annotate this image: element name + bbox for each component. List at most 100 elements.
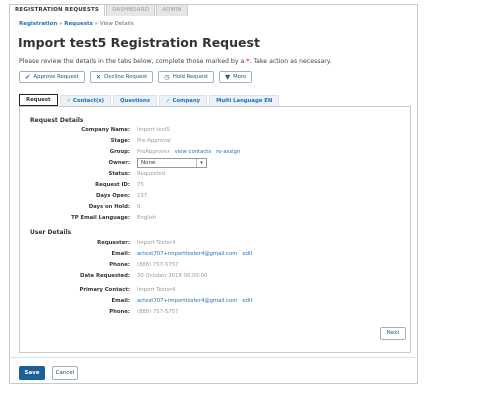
tab-questions[interactable]: Questions [113,95,157,106]
tab-dashboard[interactable]: DASHBOARD [106,4,156,16]
field-stage: Stage: Pre-Approval [20,138,400,147]
owner-select-value: None [141,160,156,166]
check-icon: ✓ [165,98,171,104]
field-label: Group: [109,149,130,155]
caret-down-icon: ▼ [225,72,231,81]
field-label: Status: [108,171,131,177]
owner-select[interactable]: None ▾ [137,158,207,168]
email-link[interactable]: actest707+importtester4@gmail.com [137,251,237,257]
field-value: 75 [137,182,144,188]
email-link[interactable]: actest707+importtester4@gmail.com [137,298,237,304]
action-bar: ✔ Approve Request ✕ Decline Request ◷ Ho… [19,71,253,83]
field-primary-email: Email: actest707+importtester4@gmail.com… [20,298,400,307]
cancel-button[interactable]: Cancel [52,366,78,380]
tab-questions-label: Questions [120,98,150,104]
field-value: Import Tester4 [137,240,176,246]
intro-text-after: . Take action as necessary. [249,58,332,65]
field-label: Email: [111,251,130,257]
field-value: (888) 757-5757 [137,309,179,315]
next-button[interactable]: Next [380,327,406,340]
field-label: Company Name: [81,127,130,133]
decline-request-button[interactable]: ✕ Decline Request [89,71,154,83]
tab-request-label: Request [26,97,51,103]
field-value: actest707+importtester4@gmail.com edit [137,251,253,257]
field-requester: Requester: Import Tester4 [20,240,400,249]
field-phone: Phone: (888) 757-5757 [20,262,400,271]
edit-email-link[interactable]: edit [242,298,252,304]
field-label: Days Open: [95,193,130,199]
check-icon: ✓ [66,98,71,104]
request-panel: Request Details Company Name: Import tes… [19,106,411,353]
breadcrumb-registration[interactable]: Registration [19,21,57,27]
page-title: Import test5 Registration Request [18,35,260,50]
decline-request-label: Decline Request [104,74,148,80]
breadcrumb: Registration » Requests » View Details [19,21,134,27]
field-label: Date Requested: [80,273,130,279]
field-value: 237 [137,193,148,199]
field-tp-email-language: TP Email Language: English [20,215,400,224]
intro-text: Please review the details in the tabs be… [19,58,332,65]
check-icon: ✔ [25,72,31,81]
detail-tabs: Request ✓ Contact(s) Questions ✓ Company M… [19,94,281,106]
chevron-down-icon: ▾ [196,159,206,167]
field-label: Requester: [97,240,130,246]
footer-divider [9,357,418,358]
field-company-name: Company Name: Import test5 [20,127,400,136]
field-label: Email: [111,298,130,304]
field-label: Phone: [109,309,130,315]
field-days-open: Days Open: 237 [20,193,400,202]
re-assign-link[interactable]: re-assign [216,149,240,155]
more-label: More [233,74,247,80]
approve-request-button[interactable]: ✔ Approve Request [19,71,85,83]
field-label: Primary Contact: [79,287,130,293]
field-label: Days on Hold: [88,204,130,210]
user-details-heading: User Details [30,229,72,236]
tab-registration-requests[interactable]: REGISTRATION REQUESTS [9,4,106,16]
request-details-heading: Request Details [30,117,84,124]
breadcrumb-requests[interactable]: Requests [64,21,93,27]
field-value: 0 [137,204,141,210]
field-value: English [137,215,157,221]
edit-email-link[interactable]: edit [242,251,252,257]
field-primary-contact: Primary Contact: Import Tester4 [20,287,400,296]
field-days-on-hold: Days on Hold: 0 [20,204,400,213]
close-icon: ✕ [95,72,102,81]
field-value: Requested [137,171,166,177]
tab-company[interactable]: ✓ Company [158,95,208,106]
tab-admin[interactable]: ADMIN [156,4,188,16]
field-value: PreApprover view contacts re-assign [137,149,240,155]
field-label: TP Email Language: [71,215,130,221]
field-label: Owner: [108,160,131,166]
tab-company-label: Company [172,98,201,104]
field-primary-phone: Phone: (888) 757-5757 [20,309,400,318]
group-value: PreApprover [137,149,170,155]
field-group: Group: PreApprover view contacts re-assign [20,149,400,158]
top-nav: REGISTRATION REQUESTS DASHBOARD ADMIN [9,4,189,16]
tab-multi-language[interactable]: Multi Language EN [209,95,280,106]
tab-request[interactable]: Request [19,94,58,106]
field-value: Import test5 [137,127,170,133]
more-button[interactable]: ▼ More [219,71,253,83]
field-owner: Owner: None ▾ [20,158,400,169]
field-value: (888) 757-5757 [137,262,179,268]
field-request-id: Request ID: 75 [20,182,400,191]
view-contacts-link[interactable]: view contacts [175,149,211,155]
intro-text-before: Please review the details in the tabs be… [19,58,247,65]
field-value: actest707+importtester4@gmail.com edit [137,298,253,304]
breadcrumb-separator: » [92,21,100,27]
hold-request-button[interactable]: ◷ Hold Request [158,71,215,83]
clock-icon: ◷ [164,72,170,81]
tab-multi-language-label: Multi Language EN [216,98,273,104]
tab-contacts-label: Contact(s) [72,98,105,104]
hold-request-label: Hold Request [172,74,209,80]
field-date-requested: Date Requested: 30 October 2018 00:00:00 [20,273,400,282]
field-value: Pre-Approval [137,138,171,144]
field-email: Email: actest707+importtester4@gmail.com… [20,251,400,260]
save-button[interactable]: Save [19,366,45,380]
field-status: Status: Requested [20,171,400,180]
breadcrumb-current: View Details [99,21,134,27]
field-value: Import Tester4 [137,287,176,293]
approve-request-label: Approve Request [33,74,79,80]
tab-contacts[interactable]: ✓ Contact(s) [59,95,112,106]
field-label: Stage: [110,138,130,144]
